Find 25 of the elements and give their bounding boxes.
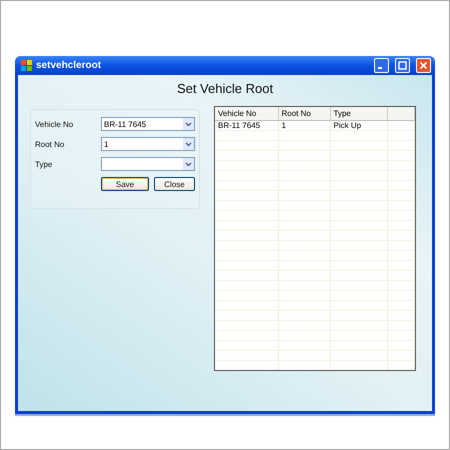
maximize-icon [398, 61, 407, 70]
table-cell: 1 [278, 120, 330, 130]
dropdown-field[interactable]: BR-11 7645 [101, 117, 195, 131]
minimize-button[interactable] [374, 58, 389, 73]
column-header[interactable]: Root No [278, 107, 330, 120]
dropdown-field[interactable]: 1 [101, 137, 195, 151]
column-header[interactable]: Vehicle No [215, 107, 278, 120]
app-icon [21, 60, 32, 71]
field-label: Vehicle No [35, 120, 74, 128]
form-heading: Set Vehicle Root [176, 81, 274, 96]
close-button[interactable]: Close [154, 177, 195, 191]
dropdown-icon [185, 142, 192, 146]
field-label: Type [35, 160, 54, 168]
save-button[interactable]: Save [101, 177, 149, 191]
dropdown-field[interactable] [101, 157, 195, 171]
table-cell: BR-11 7645 [215, 120, 278, 130]
window-title: setvehcleroot [36, 60, 102, 71]
close-icon [419, 61, 428, 70]
dropdown-icon [185, 162, 192, 166]
field-label: Root No [35, 140, 66, 148]
column-header[interactable]: Type [330, 107, 387, 120]
dropdown-icon [185, 122, 192, 126]
maximize-button[interactable] [395, 58, 410, 73]
table-cell: Pick Up [330, 120, 387, 130]
close-button[interactable] [416, 58, 431, 73]
